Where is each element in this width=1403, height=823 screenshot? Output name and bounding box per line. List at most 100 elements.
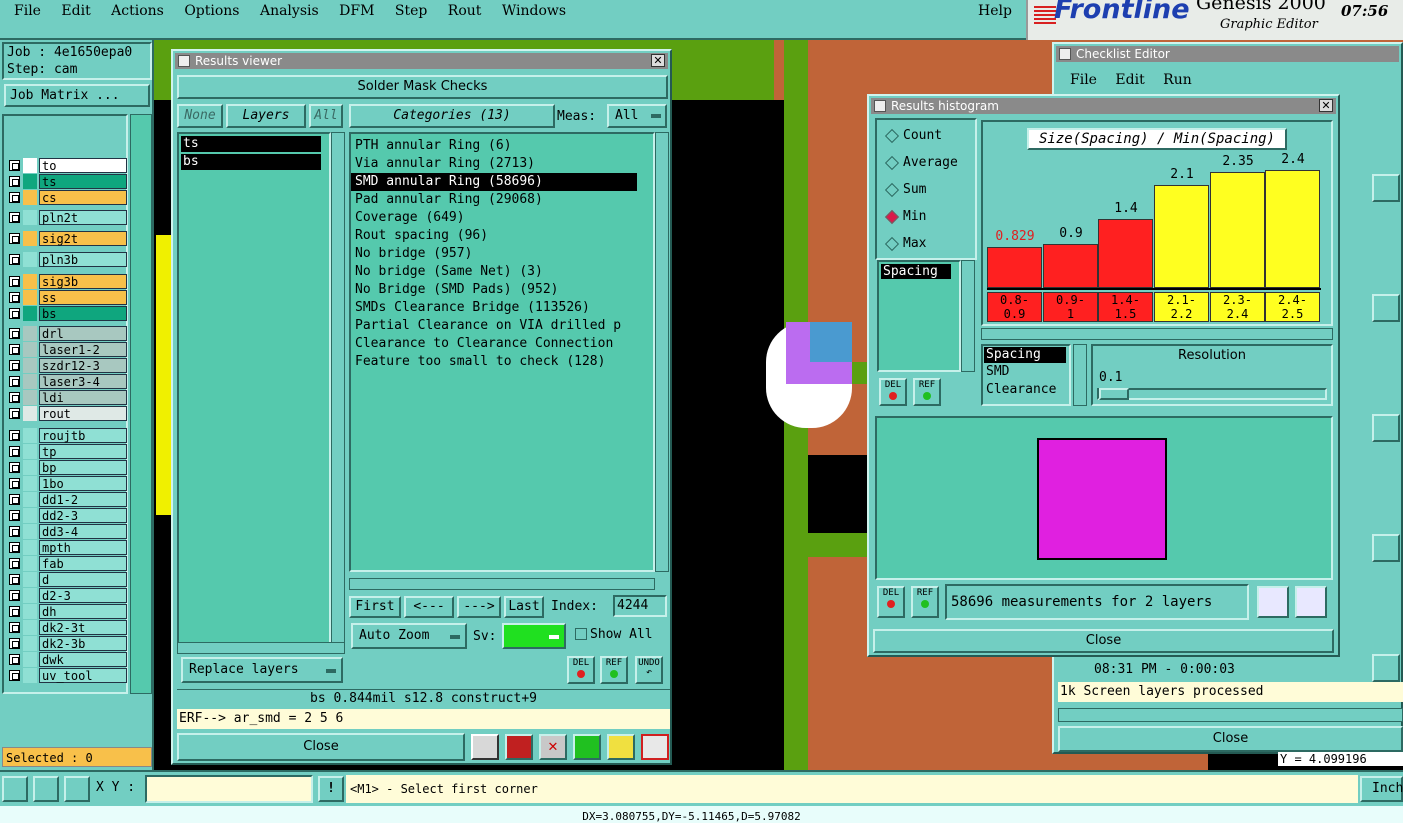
zoom-out-icon[interactable] — [1295, 586, 1327, 618]
checklist-menu-run[interactable]: Run — [1163, 72, 1192, 88]
checklist-menu-edit[interactable]: Edit — [1115, 72, 1144, 88]
menu-analysis[interactable]: Analysis — [260, 3, 319, 19]
layer-checkbox[interactable] — [9, 478, 20, 489]
category-item[interactable]: Pad annular Ring (29068) — [351, 191, 653, 209]
grid-icon[interactable] — [64, 776, 90, 802]
layer-row-1bo[interactable]: 1bo — [5, 476, 127, 491]
hist-del-button[interactable]: DEL — [879, 378, 907, 406]
menu-step[interactable]: Step — [395, 3, 427, 19]
layer-row-d2-3[interactable]: d2-3 — [5, 588, 127, 603]
snap-icon[interactable] — [33, 776, 59, 802]
layer-checkbox[interactable] — [9, 494, 20, 505]
categories-button[interactable]: Categories (13) — [349, 104, 555, 128]
layer-row-pln3b[interactable]: pln3b — [5, 252, 127, 267]
layer-row-ts[interactable]: ts — [5, 174, 127, 189]
category-item[interactable]: No Bridge (SMD Pads) (952) — [351, 281, 653, 299]
layer-row-bp[interactable]: bp — [5, 460, 127, 475]
layer-row-ldi[interactable]: ldi — [5, 390, 127, 405]
layer-checkbox[interactable] — [9, 542, 20, 553]
option-min[interactable]: Min — [885, 207, 926, 227]
layer-list-scrollbar[interactable] — [331, 132, 345, 644]
layer-checkbox[interactable] — [9, 344, 20, 355]
result-layer-item[interactable]: ts — [181, 136, 321, 152]
preview-del-button[interactable]: DEL — [877, 586, 905, 618]
type-list-scrollbar[interactable] — [1073, 344, 1087, 406]
layer-row-rout[interactable]: rout — [5, 406, 127, 421]
ref-button[interactable]: REF — [600, 656, 628, 684]
layer-checkbox[interactable] — [9, 376, 20, 387]
chart-bar-icon[interactable] — [471, 734, 499, 760]
layer-checkbox[interactable] — [9, 558, 20, 569]
all-button[interactable]: All — [309, 104, 343, 128]
layer-row-to[interactable]: to — [5, 158, 127, 173]
layer-checkbox[interactable] — [9, 446, 20, 457]
type-clearance[interactable]: Clearance — [983, 381, 1069, 399]
histogram-bar[interactable] — [1154, 185, 1209, 288]
layer-checkbox[interactable] — [9, 233, 20, 244]
window-menu-icon[interactable] — [1059, 48, 1071, 60]
layer-checkbox[interactable] — [9, 670, 20, 681]
category-item[interactable]: Coverage (649) — [351, 209, 653, 227]
layer-checkbox[interactable] — [9, 360, 20, 371]
job-matrix-button[interactable]: Job Matrix ... — [4, 84, 150, 107]
meas-dropdown[interactable]: All — [607, 104, 667, 128]
layer-checkbox[interactable] — [9, 212, 20, 223]
layer-checkbox[interactable] — [9, 176, 20, 187]
layer-checkbox[interactable] — [9, 430, 20, 441]
layer-checkbox[interactable] — [9, 328, 20, 339]
del-button[interactable]: DEL — [567, 656, 595, 684]
option-sum[interactable]: Sum — [885, 180, 926, 200]
layer-row-laser1-2[interactable]: laser1-2 — [5, 342, 127, 357]
result-layer-item[interactable]: bs — [181, 154, 321, 170]
layer-result-list[interactable]: ts bs — [177, 132, 331, 644]
histogram-bar[interactable] — [1210, 172, 1265, 288]
magnifier-icon[interactable] — [1372, 654, 1400, 682]
category-item[interactable]: Partial Clearance on VIA drilled p — [351, 317, 653, 335]
layer-checkbox[interactable] — [9, 408, 20, 419]
histogram-bar[interactable] — [1098, 219, 1153, 288]
next-button[interactable]: ---> — [457, 596, 501, 618]
resolution-slider[interactable] — [1097, 388, 1327, 400]
layer-row-uv_tool[interactable]: uv_tool — [5, 668, 127, 683]
layer-checkbox[interactable] — [9, 392, 20, 403]
measure-selected[interactable]: Spacing — [881, 264, 951, 279]
category-list[interactable]: PTH annular Ring (6) Via annular Ring (27… — [349, 132, 655, 572]
layer-row-dd2-3[interactable]: dd2-3 — [5, 508, 127, 523]
category-item[interactable]: PTH annular Ring (6) — [351, 137, 653, 155]
layer-checkbox[interactable] — [9, 654, 20, 665]
layer-row-pln2t[interactable]: pln2t — [5, 210, 127, 225]
layer-row-sig3b[interactable]: sig3b — [5, 274, 127, 289]
histogram-bar[interactable] — [987, 247, 1042, 288]
layer-row-fab[interactable]: fab — [5, 556, 127, 571]
last-button[interactable]: Last — [504, 596, 544, 618]
layer-row-bs[interactable]: bs — [5, 306, 127, 321]
category-item[interactable]: No bridge (Same Net) (3) — [351, 263, 653, 281]
layer-checkbox[interactable] — [9, 276, 20, 287]
category-item[interactable]: SMD annular Ring (58696) — [351, 173, 637, 191]
checklist-menu-file[interactable]: File — [1070, 72, 1097, 88]
measure-icon[interactable] — [2, 776, 28, 802]
layer-row-drl[interactable]: drl — [5, 326, 127, 341]
layer-scroll-strip[interactable] — [130, 114, 152, 694]
layer-checkbox[interactable] — [9, 526, 20, 537]
chart-hscrollbar[interactable] — [981, 328, 1333, 340]
layer-icon[interactable] — [505, 734, 533, 760]
category-hscrollbar[interactable] — [349, 578, 655, 590]
category-item[interactable]: Rout spacing (96) — [351, 227, 653, 245]
undo-button[interactable]: UNDO ↶ — [635, 656, 663, 684]
category-item[interactable]: Clearance to Clearance Connection — [351, 335, 653, 353]
layer-row-mpth[interactable]: mpth — [5, 540, 127, 555]
layer-checkbox[interactable] — [9, 606, 20, 617]
menu-rout[interactable]: Rout — [448, 3, 482, 19]
layer-row-d[interactable]: d — [5, 572, 127, 587]
index-input[interactable]: 4244 — [613, 595, 667, 617]
close-icon[interactable]: ✕ — [651, 54, 665, 67]
layer-checkbox[interactable] — [9, 192, 20, 203]
results-close-button[interactable]: Close — [177, 733, 465, 761]
layer-checkbox[interactable] — [9, 254, 20, 265]
layer-row-dd1-2[interactable]: dd1-2 — [5, 492, 127, 507]
menu-help[interactable]: Help — [978, 3, 1012, 19]
layer-checkbox[interactable] — [9, 462, 20, 473]
auto-zoom-dropdown[interactable]: Auto Zoom — [351, 623, 467, 649]
histogram-icon[interactable] — [641, 734, 669, 760]
